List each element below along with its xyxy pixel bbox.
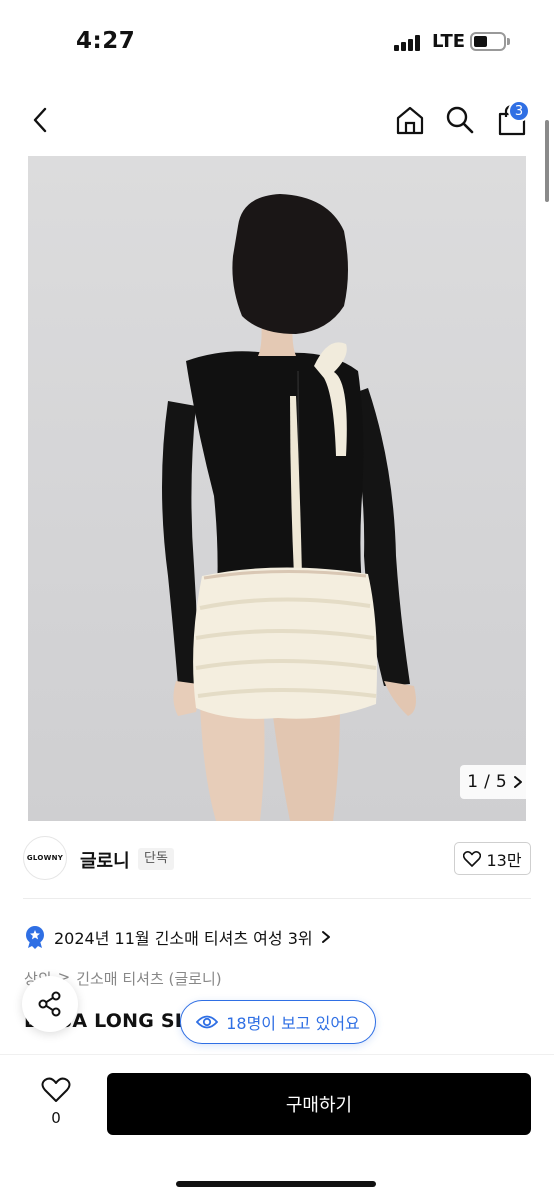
home-button[interactable] [392,102,428,138]
eye-icon [196,1015,219,1029]
ranking-text: 2024년 11월 긴소매 티셔츠 여성 3위 [54,929,313,948]
viewers-text: 18명이 보고 있어요 [226,1014,360,1033]
buy-button[interactable]: 구매하기 [107,1073,531,1135]
model-photo [162,194,416,821]
brand-like-button[interactable]: 13만 [454,842,531,875]
cart-count-badge: 3 [508,100,530,122]
heart-icon [463,850,482,867]
gallery-page-indicator[interactable]: 1 / 5 [460,765,530,799]
product-image[interactable] [28,156,526,821]
bottom-action-bar: 0 구매하기 [0,1054,554,1200]
gallery-total-pages: 5 [495,772,507,792]
top-nav [0,90,554,150]
search-button[interactable] [442,102,478,138]
wishlist-button[interactable]: 0 [36,1077,76,1127]
brand-row: GLOWNY 글로니 단독 13만 [0,836,554,886]
signal-icon [394,35,424,51]
brand-logo[interactable]: GLOWNY [23,836,67,880]
home-indicator [176,1181,376,1187]
heart-icon [41,1077,71,1102]
status-bar: 4:27 LTE [0,0,554,84]
ranking-badge-icon [26,926,44,949]
status-time: 4:27 [76,28,136,54]
scrollbar[interactable] [545,120,549,202]
share-button[interactable] [22,976,78,1032]
share-icon [38,991,61,1017]
chevron-right-icon [513,776,522,788]
brand-like-count: 13만 [486,850,522,870]
home-icon [396,106,424,135]
search-icon [446,106,474,134]
gallery-separator: / [484,772,490,792]
chevron-right-icon [321,931,330,943]
back-button[interactable] [22,102,58,138]
wishlist-count: 0 [51,1109,61,1127]
exclusive-badge: 단독 [138,848,174,870]
divider [23,898,531,899]
brand-name[interactable]: 글로니 [80,847,130,873]
gallery-current-page: 1 [467,772,479,792]
network-type: LTE [432,31,466,52]
ranking-link[interactable]: 2024년 11월 긴소매 티셔츠 여성 3위 [24,924,331,950]
viewers-indicator: 18명이 보고 있어요 [180,1000,376,1044]
battery-icon [470,32,510,51]
breadcrumb-subcategory[interactable]: 긴소매 티셔츠 (글로니) [76,968,221,989]
chevron-left-icon [33,107,47,133]
